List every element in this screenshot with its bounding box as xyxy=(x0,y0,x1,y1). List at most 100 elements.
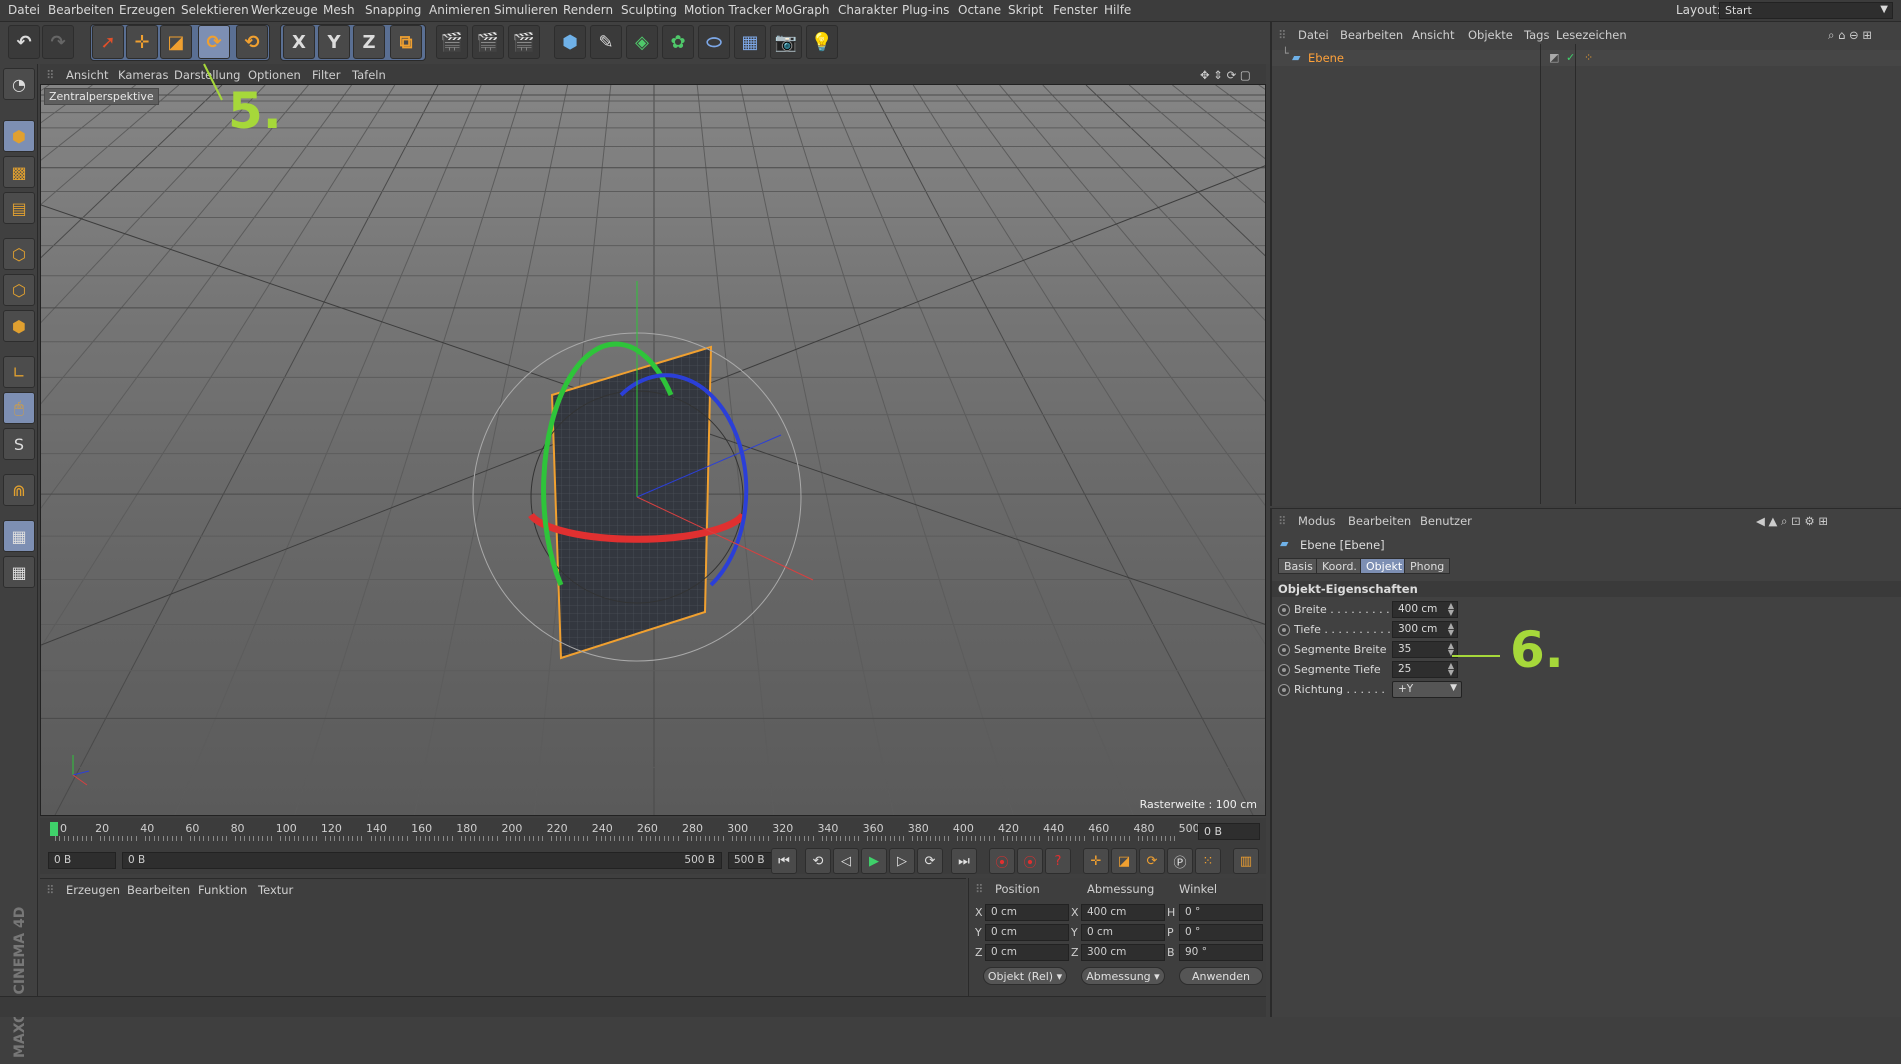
pos-x-field[interactable]: 0 cm xyxy=(985,904,1069,921)
object-name[interactable]: Ebene xyxy=(1308,51,1344,65)
key-rotation-button[interactable]: ⟳ xyxy=(1139,848,1165,874)
rot-b-field[interactable]: 90 ° xyxy=(1179,944,1263,961)
spline-pen-button[interactable]: ✎ xyxy=(590,25,622,59)
x-axis-button[interactable]: X xyxy=(283,25,315,59)
edges-mode-button[interactable]: ⬡ xyxy=(3,274,35,306)
axis-mode-button[interactable]: ∟ xyxy=(3,356,35,388)
timeline-window-button[interactable]: ▥ xyxy=(1233,848,1259,874)
menu-datei[interactable]: Datei xyxy=(8,3,40,17)
menu-fenster[interactable]: Fenster xyxy=(1053,3,1098,17)
obj-menu-lesezeichen[interactable]: Lesezeichen xyxy=(1556,28,1627,42)
obj-menu-ansicht[interactable]: Ansicht xyxy=(1412,28,1454,42)
menu-charakter[interactable]: Charakter xyxy=(838,3,898,17)
tiefe-field[interactable]: 300 cm ▲ ▼ xyxy=(1392,621,1458,638)
key-position-button[interactable]: ✛ xyxy=(1083,848,1109,874)
spinner-icon[interactable]: ▲ ▼ xyxy=(1448,622,1454,637)
keyframe-selection-button[interactable]: ? xyxy=(1045,848,1071,874)
coordinate-system-button[interactable]: ⧉ xyxy=(390,25,422,59)
coord-mode-select[interactable]: Objekt (Rel) ▾ xyxy=(983,967,1067,985)
playhead[interactable] xyxy=(50,822,58,836)
recent-tool-button[interactable]: ⟲ xyxy=(236,25,268,59)
rotate-tool-button[interactable]: ⟳ xyxy=(198,25,230,59)
timeline-ruler[interactable]: 0 20 40 60 80 100 120 140 160 180 200 220 240 260 280 3… xyxy=(40,818,1266,848)
size-x-field[interactable]: 400 cm xyxy=(1081,904,1165,921)
viewport-menu-kameras[interactable]: Kameras xyxy=(118,68,168,82)
attr-menu-modus[interactable]: Modus xyxy=(1298,514,1336,528)
section-objekt-eigenschaften[interactable]: Objekt-Eigenschaften xyxy=(1272,581,1901,597)
previous-frame-button[interactable]: ◁ xyxy=(833,848,859,874)
menu-octane[interactable]: Octane xyxy=(958,3,1001,17)
plane-mesh[interactable] xyxy=(550,345,713,660)
rot-h-field[interactable]: 0 ° xyxy=(1179,904,1263,921)
tab-phong[interactable]: Phong xyxy=(1404,558,1451,574)
visibility-dots-icon[interactable]: ◩ xyxy=(1549,51,1559,64)
workplane-align-button[interactable]: ▦ xyxy=(3,556,35,588)
animate-radio-icon[interactable] xyxy=(1278,604,1290,616)
menu-skript[interactable]: Skript xyxy=(1008,3,1043,17)
next-frame-button[interactable]: ▷ xyxy=(889,848,915,874)
spinner-icon[interactable]: ▲ ▼ xyxy=(1448,662,1454,677)
workplane-lock-button[interactable]: ▦ xyxy=(3,520,35,552)
menu-hilfe[interactable]: Hilfe xyxy=(1104,3,1131,17)
live-selection-button[interactable]: ➚ xyxy=(92,25,124,59)
plane-object[interactable] xyxy=(550,345,713,660)
key-scale-button[interactable]: ◪ xyxy=(1111,848,1137,874)
viewport-nav-icons[interactable]: ✥ ⇕ ⟳ ▢ xyxy=(1200,68,1251,82)
menu-bearbeiten[interactable]: Bearbeiten xyxy=(48,3,114,17)
layout-select[interactable]: Start ▼ xyxy=(1719,2,1893,19)
tab-basis[interactable]: Basis xyxy=(1278,558,1319,574)
current-frame-field[interactable]: 0 B xyxy=(1198,823,1260,840)
animate-radio-icon[interactable] xyxy=(1278,684,1290,696)
material-menu-funktion[interactable]: Funktion xyxy=(198,883,247,897)
camera-label[interactable]: Zentralperspektive xyxy=(44,88,159,105)
attr-nav-icons[interactable]: ◀ ▲ ⌕ ⊡ ⚙ ⊞ xyxy=(1756,514,1828,529)
render-settings-button[interactable]: 🎬 xyxy=(508,25,540,59)
menu-selektieren[interactable]: Selektieren xyxy=(181,3,249,17)
enabled-check-icon[interactable]: ✓ xyxy=(1566,51,1575,64)
start-frame-field[interactable]: 0 B xyxy=(48,852,116,869)
phong-tag-icon[interactable]: ⁘ xyxy=(1584,51,1593,64)
workplane-mode-button[interactable]: ▤ xyxy=(3,192,35,224)
magnet-button[interactable]: ⋒ xyxy=(3,474,35,506)
key-parameter-button[interactable]: Ⓟ xyxy=(1167,848,1193,874)
undo-button[interactable]: ↶ xyxy=(8,25,40,59)
subdivision-surface-button[interactable]: ◈ xyxy=(626,25,658,59)
spinner-icon[interactable]: ▲ ▼ xyxy=(1448,642,1454,657)
segmente-breite-field[interactable]: 35 ▲ ▼ xyxy=(1392,641,1458,658)
object-row-ebene[interactable]: └ ▰ Ebene ◩ ✓ ⁘ xyxy=(1272,47,1901,66)
obj-toolbar-icons[interactable]: ⌕ ⌂ ⊖ ⊞ xyxy=(1828,28,1872,43)
menu-animieren[interactable]: Animieren xyxy=(429,3,490,17)
obj-menu-datei[interactable]: Datei xyxy=(1298,28,1329,42)
viewport-menu-filter[interactable]: Filter xyxy=(312,68,340,82)
preview-range-slider[interactable]: 0 B 500 B xyxy=(122,852,722,869)
camera-button[interactable]: 📷 xyxy=(770,25,802,59)
material-menu-textur[interactable]: Textur xyxy=(258,883,293,897)
cube-object-button[interactable]: ⬢ xyxy=(554,25,586,59)
size-z-field[interactable]: 300 cm xyxy=(1081,944,1165,961)
next-key-button[interactable]: ⟳ xyxy=(917,848,943,874)
animate-radio-icon[interactable] xyxy=(1278,624,1290,636)
attr-menu-benutzer[interactable]: Benutzer xyxy=(1420,514,1472,528)
previous-key-button[interactable]: ⟲ xyxy=(805,848,831,874)
go-to-start-button[interactable]: ⏮ xyxy=(771,848,797,874)
scale-tool-button[interactable]: ◪ xyxy=(160,25,192,59)
go-to-end-button[interactable]: ⏭ xyxy=(951,848,977,874)
menu-mesh[interactable]: Mesh xyxy=(323,3,355,17)
texture-mode-button[interactable]: ▩ xyxy=(3,156,35,188)
floor-button[interactable]: ▦ xyxy=(734,25,766,59)
pos-y-field[interactable]: 0 cm xyxy=(985,924,1069,941)
menu-erzeugen[interactable]: Erzeugen xyxy=(119,3,175,17)
obj-menu-tags[interactable]: Tags xyxy=(1524,28,1549,42)
move-tool-button[interactable]: ✛ xyxy=(126,25,158,59)
spinner-icon[interactable]: ▲ ▼ xyxy=(1448,602,1454,617)
menu-motion-tracker[interactable]: Motion Tracker xyxy=(684,3,772,17)
animate-radio-icon[interactable] xyxy=(1278,664,1290,676)
viewport-menu-tafeln[interactable]: Tafeln xyxy=(352,68,386,82)
deformer-button[interactable]: ⬭ xyxy=(698,25,730,59)
cloner-button[interactable]: ✿ xyxy=(662,25,694,59)
tab-koord[interactable]: Koord. xyxy=(1316,558,1363,574)
z-axis-button[interactable]: Z xyxy=(353,25,385,59)
render-view-button[interactable]: 🎬 xyxy=(436,25,468,59)
menu-mograph[interactable]: MoGraph xyxy=(775,3,830,17)
timeline-ticks[interactable]: 0 20 40 60 80 100 120 140 160 180 200 220 240 260 280 3… xyxy=(50,820,1200,844)
